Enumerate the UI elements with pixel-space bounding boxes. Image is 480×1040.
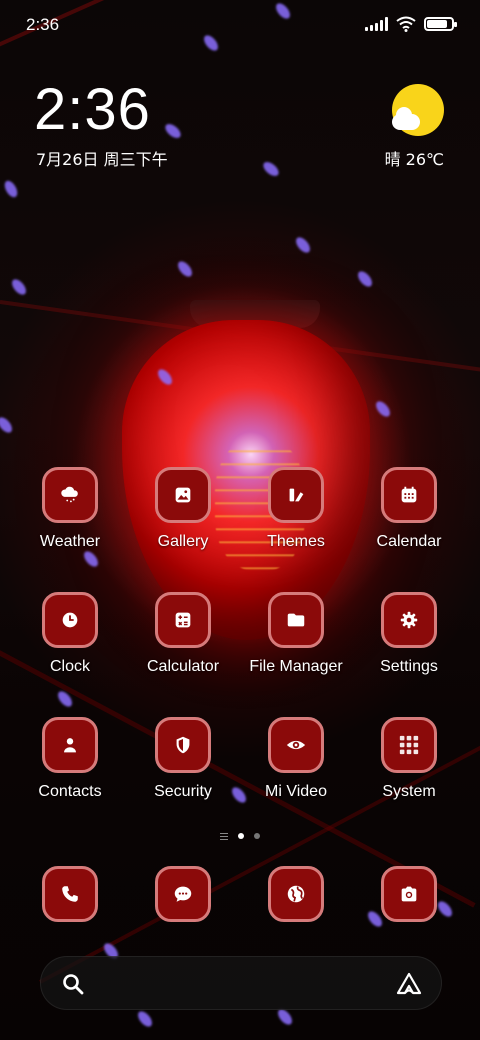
app-label: System (382, 783, 436, 800)
app-weather[interactable]: Weather (14, 467, 126, 551)
status-time: 2:36 (26, 15, 60, 34)
weather-cloud-part (392, 107, 420, 130)
app-label: Themes (267, 533, 325, 550)
globe-icon (268, 866, 324, 922)
status-bar: 2:36 (0, 0, 480, 48)
app-settings[interactable]: Settings (353, 592, 465, 676)
app-calendar[interactable]: Calendar (353, 467, 465, 551)
app-label: Gallery (157, 533, 209, 550)
shield-icon (155, 717, 211, 773)
widget-clock[interactable]: 2:36 (34, 76, 151, 143)
clock-icon (42, 592, 98, 648)
app-label: Mi Video (265, 783, 327, 800)
message-icon (155, 866, 211, 922)
app-label: Clock (49, 658, 90, 675)
widget-date[interactable]: 7月26日 周三下午 (36, 146, 168, 170)
calculator-icon (155, 592, 211, 648)
app-calculator[interactable]: Calculator (127, 592, 239, 676)
app-label: Calendar (376, 533, 442, 550)
app-label: Security (154, 783, 212, 800)
page-dot (254, 833, 260, 839)
person-icon (42, 717, 98, 773)
camera-icon (381, 866, 437, 922)
app-gallery[interactable]: Gallery (127, 467, 239, 551)
search-icon[interactable] (61, 972, 85, 996)
page-indicator[interactable] (200, 830, 280, 842)
app-label: Settings (380, 658, 438, 675)
gear-icon (381, 592, 437, 648)
folder-grid-icon (381, 717, 437, 773)
app-label: Weather (39, 533, 101, 550)
dock-camera[interactable] (353, 866, 465, 922)
dock-phone[interactable] (14, 866, 126, 922)
app-security[interactable]: Security (127, 717, 239, 801)
wifi-icon (396, 16, 416, 32)
cloud-rain-icon (42, 467, 98, 523)
app-file-manager[interactable]: File Manager (240, 592, 352, 676)
assistant-icon[interactable] (395, 971, 423, 997)
battery-icon (424, 17, 457, 31)
folder-icon (268, 592, 324, 648)
app-system-folder[interactable]: System (353, 717, 465, 801)
app-themes[interactable]: Themes (240, 467, 352, 551)
app-mi-video[interactable]: Mi Video (240, 717, 352, 801)
app-label: Calculator (146, 658, 220, 675)
phone-icon (42, 866, 98, 922)
widget-weather[interactable]: 晴 26℃ (385, 146, 444, 170)
image-icon (155, 467, 211, 523)
list-icon (220, 832, 228, 840)
app-label: Contacts (38, 783, 102, 800)
app-clock[interactable]: Clock (14, 592, 126, 676)
eye-icon (268, 717, 324, 773)
app-label: File Manager (249, 658, 343, 675)
dock-messages[interactable] (127, 866, 239, 922)
signal-icon (365, 17, 388, 31)
battery-level (427, 20, 448, 28)
status-icons (365, 16, 457, 32)
app-contacts[interactable]: Contacts (14, 717, 126, 801)
page-dot-active (238, 833, 244, 839)
search-bar[interactable] (40, 956, 442, 1010)
dock-browser[interactable] (240, 866, 352, 922)
calendar-icon (381, 467, 437, 523)
brush-icon (268, 467, 324, 523)
